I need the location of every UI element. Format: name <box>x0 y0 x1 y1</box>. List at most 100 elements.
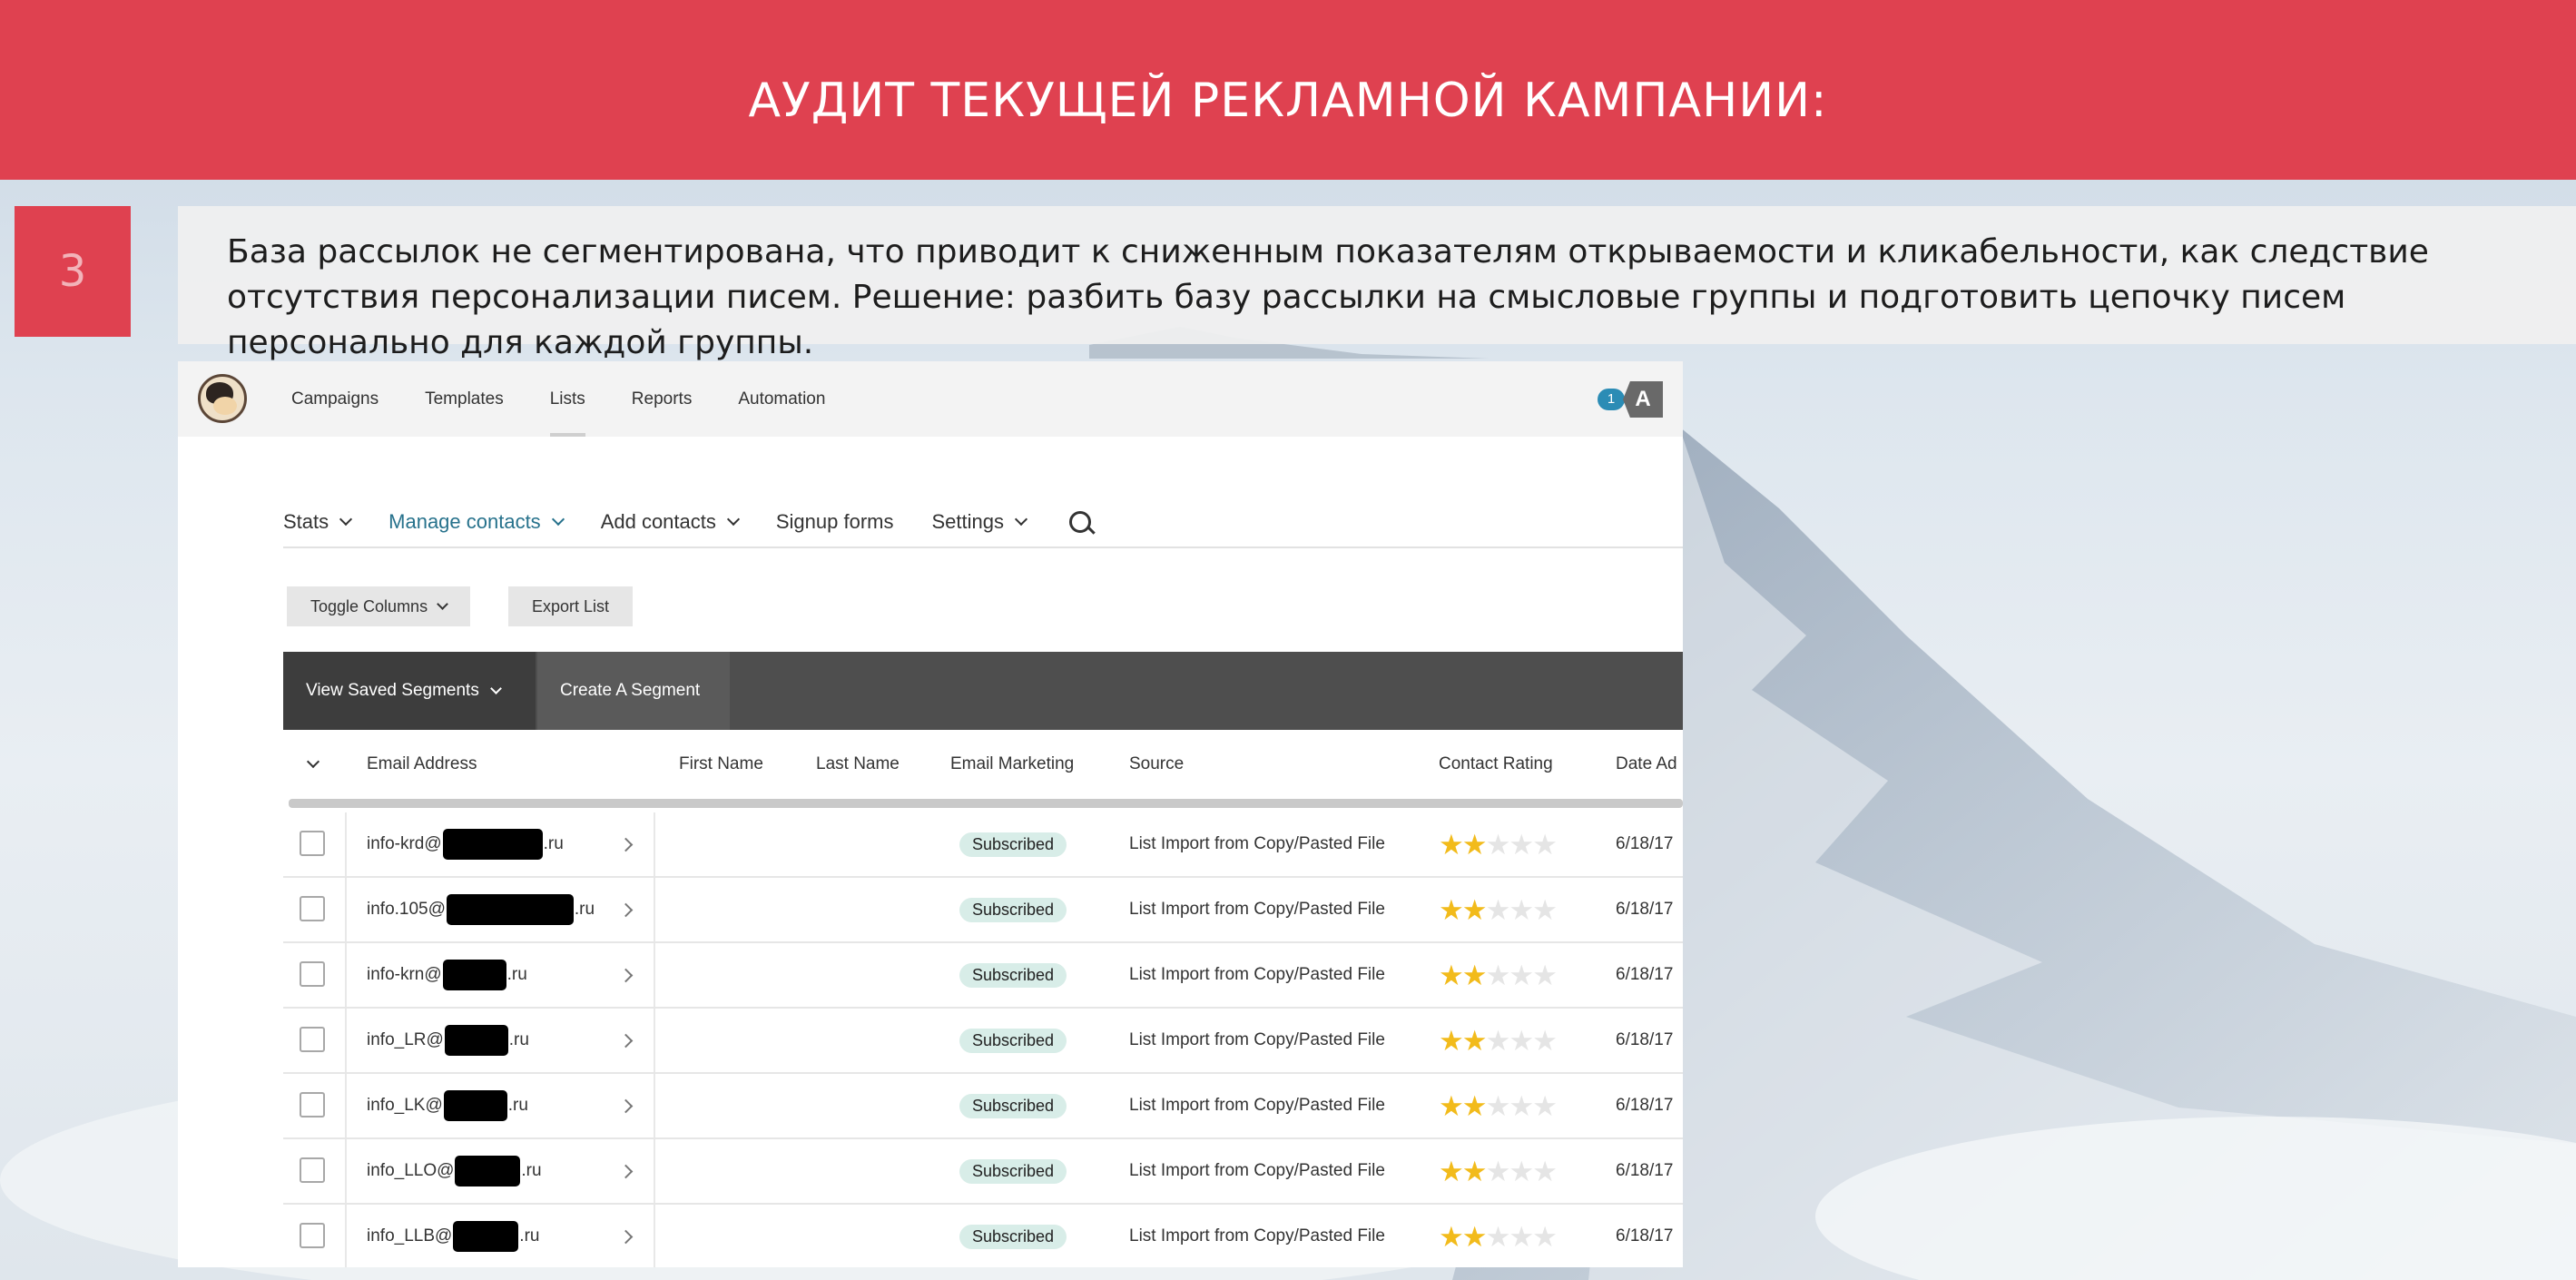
redaction-box <box>446 894 574 925</box>
chevron-right-icon[interactable] <box>618 968 634 983</box>
chevron-down-icon <box>339 512 353 527</box>
row-checkbox[interactable] <box>300 1223 325 1248</box>
star-icon: ★ <box>1509 1155 1534 1187</box>
star-icon: ★ <box>1532 1024 1558 1057</box>
horizontal-scrollbar[interactable] <box>289 799 1683 808</box>
chevron-right-icon[interactable] <box>618 1164 634 1179</box>
email-prefix: info_LLO@ <box>367 1161 455 1180</box>
email-prefix: info_LLB@ <box>367 1226 453 1246</box>
star-icon: ★ <box>1439 959 1464 991</box>
email-cell[interactable]: info-krn@ .ru <box>367 943 527 1007</box>
email-cell[interactable]: info-krd@ .ru <box>367 812 564 876</box>
chevron-right-icon[interactable] <box>618 1098 634 1114</box>
star-icon: ★ <box>1509 1089 1534 1122</box>
column-source[interactable]: Source <box>1129 730 1184 799</box>
table-row[interactable]: info-krn@ .ru Subscribed List Import from C… <box>283 943 1683 1009</box>
email-prefix: info-krd@ <box>367 834 442 853</box>
subnav-add-contacts[interactable]: Add contacts <box>600 510 740 534</box>
nav-item-reports[interactable]: Reports <box>632 361 693 437</box>
star-icon: ★ <box>1461 1024 1488 1057</box>
star-icon: ★ <box>1532 1155 1558 1187</box>
nav-item-lists[interactable]: Lists <box>549 361 585 437</box>
email-suffix: .ru <box>506 965 527 984</box>
view-saved-segments-label: View Saved Segments <box>306 681 479 700</box>
email-cell[interactable]: info_LLB@ .ru <box>367 1205 539 1267</box>
monkey-logo-icon[interactable] <box>198 374 247 423</box>
star-icon: ★ <box>1485 828 1511 861</box>
email-suffix: .ru <box>507 1096 528 1115</box>
step-number: 3 <box>58 246 87 297</box>
select-all-chevron-icon[interactable] <box>306 754 320 769</box>
row-checkbox[interactable] <box>300 1092 325 1118</box>
column-divider <box>345 1139 347 1203</box>
table-row[interactable]: info.105@ .ru Subscribed List Import from C… <box>283 878 1683 943</box>
date-added-cell: 6/18/17 <box>1616 1096 1674 1115</box>
chevron-right-icon[interactable] <box>618 1033 634 1049</box>
subnav-settings[interactable]: Settings <box>932 510 1028 534</box>
search-icon[interactable] <box>1069 511 1091 533</box>
column-email-marketing[interactable]: Email Marketing <box>950 730 1074 799</box>
row-checkbox[interactable] <box>300 1157 325 1183</box>
source-cell: List Import from Copy/Pasted File <box>1129 900 1385 919</box>
column-date-added[interactable]: Date Ad <box>1616 730 1677 799</box>
export-list-button[interactable]: Export List <box>508 586 634 626</box>
row-checkbox[interactable] <box>300 896 325 921</box>
star-icon: ★ <box>1485 1220 1511 1253</box>
email-marketing-cell: Subscribed <box>959 878 1067 941</box>
email-cell[interactable]: info_LK@ .ru <box>367 1074 528 1137</box>
create-segment-label: Create A Segment <box>560 681 701 700</box>
subnav-manage-contacts[interactable]: Manage contacts <box>388 510 565 534</box>
email-cell[interactable]: info_LR@ .ru <box>367 1009 529 1072</box>
nav-item-automation[interactable]: Automation <box>738 361 825 437</box>
table-row[interactable]: info_LLO@ .ru Subscribed List Import from C… <box>283 1139 1683 1205</box>
contacts-table-body: info-krd@ .ru Subscribed List Import from C… <box>283 812 1683 1267</box>
table-row[interactable]: info_LLB@ .ru Subscribed List Import from C… <box>283 1205 1683 1267</box>
chevron-down-icon <box>437 597 448 610</box>
star-icon: ★ <box>1439 828 1464 861</box>
date-added-cell: 6/18/17 <box>1616 1030 1674 1049</box>
column-contact-rating[interactable]: Contact Rating <box>1439 730 1553 799</box>
table-row[interactable]: info_LR@ .ru Subscribed List Import from Co… <box>283 1009 1683 1074</box>
star-icon: ★ <box>1439 1155 1464 1187</box>
chevron-right-icon[interactable] <box>618 902 634 918</box>
email-prefix: info_LR@ <box>367 1030 444 1049</box>
table-row[interactable]: info_LK@ .ru Subscribed List Import from Co… <box>283 1074 1683 1139</box>
email-cell[interactable]: info.105@ .ru <box>367 878 595 941</box>
subnav-signup-forms[interactable]: Signup forms <box>776 510 894 534</box>
redaction-box <box>442 960 506 990</box>
star-icon: ★ <box>1485 959 1511 991</box>
column-divider <box>654 1139 655 1203</box>
column-first-name[interactable]: First Name <box>679 730 763 799</box>
subnav-label: Signup forms <box>775 510 894 533</box>
status-badge: Subscribed <box>959 962 1067 988</box>
column-email[interactable]: Email Address <box>367 730 477 799</box>
column-last-name[interactable]: Last Name <box>816 730 900 799</box>
chevron-right-icon[interactable] <box>618 1229 634 1245</box>
subnav-label: Add contacts <box>600 510 716 533</box>
table-row[interactable]: info-krd@ .ru Subscribed List Import from C… <box>283 812 1683 878</box>
star-icon: ★ <box>1461 959 1488 991</box>
source-cell: List Import from Copy/Pasted File <box>1129 1161 1385 1180</box>
nav-item-templates[interactable]: Templates <box>425 361 504 437</box>
email-cell[interactable]: info_LLO@ .ru <box>367 1139 542 1203</box>
status-badge: Subscribed <box>959 1028 1067 1053</box>
nav-item-campaigns[interactable]: Campaigns <box>291 361 379 437</box>
column-divider <box>345 1205 347 1267</box>
star-icon: ★ <box>1485 1024 1511 1057</box>
column-divider <box>345 1074 347 1137</box>
segment-bar: View Saved Segments Create A Segment <box>283 652 1683 730</box>
notification-badge[interactable]: 1 <box>1598 389 1625 410</box>
subnav-stats[interactable]: Stats <box>283 510 353 534</box>
account-avatar[interactable]: A <box>1623 381 1663 418</box>
toggle-columns-button[interactable]: Toggle Columns <box>287 586 471 626</box>
row-checkbox[interactable] <box>300 1027 325 1052</box>
row-checkbox[interactable] <box>300 961 325 987</box>
row-checkbox[interactable] <box>300 831 325 856</box>
chevron-down-icon <box>489 682 502 694</box>
view-saved-segments-button[interactable]: View Saved Segments <box>283 652 536 730</box>
contact-rating: ★ ★ ★ ★ ★ <box>1439 878 1558 941</box>
email-suffix: .ru <box>508 1030 529 1049</box>
star-icon: ★ <box>1532 893 1558 926</box>
create-segment-button[interactable]: Create A Segment <box>537 652 730 730</box>
chevron-right-icon[interactable] <box>618 837 634 852</box>
